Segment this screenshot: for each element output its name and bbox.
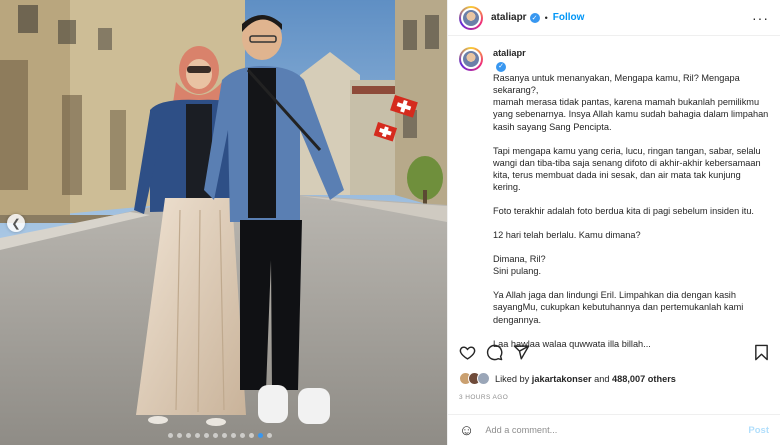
photo-illustration [0,0,447,445]
post-timestamp[interactable]: 3 HOURS AGO [459,394,508,401]
carousel-dot [258,433,263,438]
post-header: ataliapr ✓ • Follow ··· [448,0,780,36]
carousel-dot [168,433,173,438]
more-horizontal-icon[interactable]: ··· [752,10,769,26]
caption-paragraph: Foto terakhir adalah foto berdua kita di… [493,205,754,216]
caption-username[interactable]: ataliapr [493,48,526,58]
post-comment-button[interactable]: Post [748,425,769,436]
caption: ataliapr ✓ Rasanya untuk menanyakan, Men… [448,37,780,349]
likes-conjunction: and [594,373,610,384]
verified-badge-icon: ✓ [496,62,506,73]
caption-paragraph: Dimana, Ril? Sini pulang. [493,254,546,277]
header-separator: • [544,12,548,23]
carousel-dot [240,433,245,438]
avatar[interactable] [459,5,483,30]
caption-text: Rasanya untuk menanyakan, Mengapa kamu, … [493,73,769,132]
post-username[interactable]: ataliapr [491,12,527,23]
bookmark-icon[interactable] [754,344,769,361]
follow-button[interactable]: Follow [553,12,585,23]
post-photo[interactable]: ❮ [0,0,447,445]
carousel-dot [267,433,272,438]
caption-avatar[interactable] [459,47,483,71]
likes-summary: Liked by jakartakonser and 488,007 other… [459,372,676,385]
avatar [477,372,490,385]
chevron-left-icon: ❮ [11,217,21,230]
carousel-dot [213,433,218,438]
carousel-dot [249,433,254,438]
verified-badge-icon: ✓ [529,12,540,23]
emoji-smile-icon[interactable]: ☺ [459,423,474,438]
carousel-dot [195,433,200,438]
share-icon[interactable] [513,344,530,361]
heart-icon[interactable] [459,344,476,361]
caption-paragraph: Tapi mengapa kamu yang ceria, lucu, ring… [493,145,761,192]
likes-prefix: Liked by [495,373,530,384]
action-bar [459,340,769,364]
carousel-dot [231,433,236,438]
carousel-dot [204,433,209,438]
likes-count[interactable]: 488,007 others [612,374,676,384]
caption-paragraph: ataliapr ✓ Rasanya untuk menanyakan, Men… [493,47,769,133]
liker-avatars [459,372,490,385]
post-details-panel: ataliapr ✓ • Follow ··· ataliapr ✓ Rasan… [447,0,780,445]
carousel-dot [186,433,191,438]
liker-username[interactable]: jakartakonser [532,374,592,384]
carousel-prev-button[interactable]: ❮ [7,214,25,232]
comment-input[interactable] [485,425,749,435]
comment-bar: ☺ Post [448,414,780,445]
caption-body: ataliapr ✓ Rasanya untuk menanyakan, Men… [493,47,769,349]
caption-paragraph: Ya Allah jaga dan lindungi Eril. Limpahk… [493,290,744,325]
carousel-indicator [168,433,272,438]
carousel-dot [177,433,182,438]
comment-icon[interactable] [486,344,503,361]
caption-paragraph: 12 hari telah berlalu. Kamu dimana? [493,230,641,241]
carousel-dot [222,433,227,438]
